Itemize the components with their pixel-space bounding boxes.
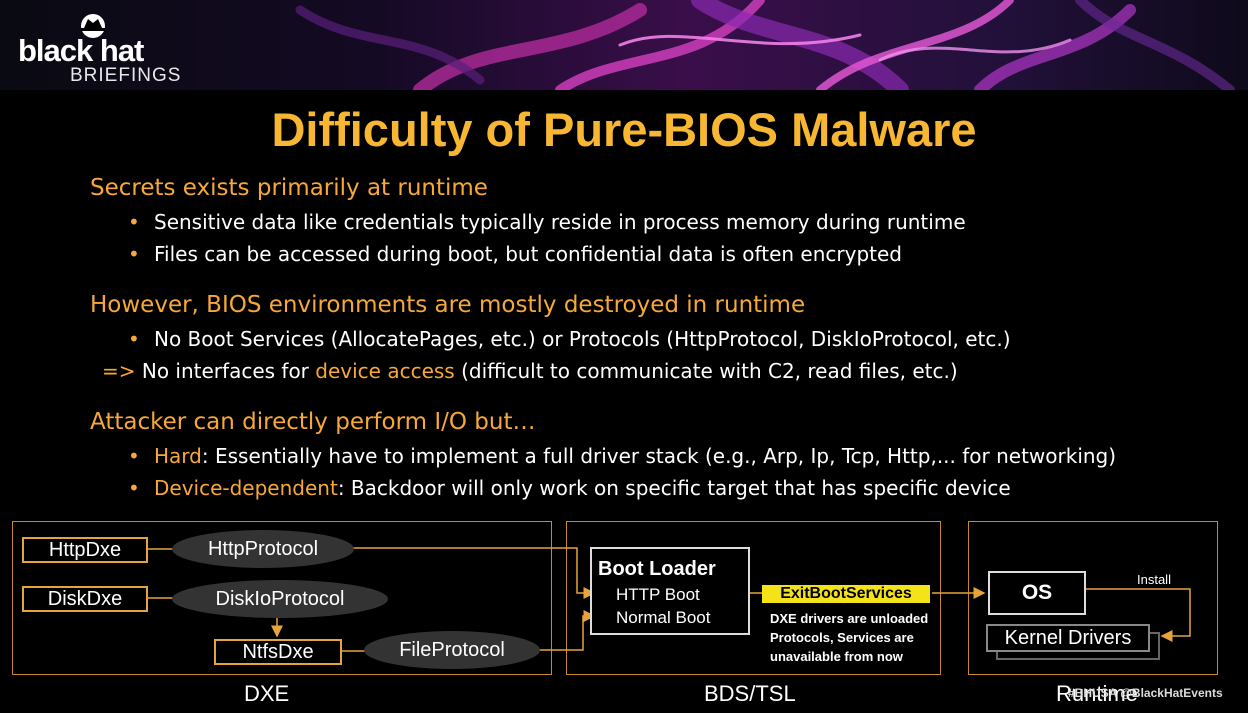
diskdxe-driver: DiskDxe bbox=[22, 586, 148, 612]
kernel-drivers-box: Kernel Drivers bbox=[986, 624, 1150, 652]
os-box: OS bbox=[988, 571, 1086, 615]
implication-line: => No interfaces for device access (diff… bbox=[102, 359, 958, 383]
bullet-item: • No Boot Services (AllocatePages, etc.) … bbox=[128, 327, 1011, 351]
fileprotocol-node: FileProtocol bbox=[364, 631, 540, 669]
bullet-item: • Files can be accessed during boot, but … bbox=[128, 242, 902, 266]
normal-boot-item: Normal Boot bbox=[616, 608, 711, 627]
exit-note: DXE drivers are unloaded Protocols, Serv… bbox=[770, 611, 929, 664]
blackhat-logo: black hat BRIEFINGS bbox=[18, 8, 198, 88]
boot-loader-box: Boot Loader HTTP Boot Normal Boot bbox=[590, 547, 750, 635]
section-heading-direct-io: Attacker can directly perform I/O but… bbox=[90, 409, 536, 435]
bds-tsl-label: BDS/TSL bbox=[704, 681, 796, 706]
section-heading-runtime: Secrets exists primarily at runtime bbox=[90, 175, 488, 201]
bullet-item: • Sensitive data like credentials typical… bbox=[128, 210, 966, 234]
dxe-label: DXE bbox=[244, 681, 290, 706]
bullet-item: • Device-dependent: Backdoor will only wo… bbox=[128, 476, 1011, 500]
boot-loader-title: Boot Loader bbox=[598, 558, 716, 580]
footer-handle: #BHUSA @BlackHatEvents bbox=[1068, 686, 1223, 700]
section-heading-bios-destroyed: However, BIOS environments are mostly de… bbox=[90, 292, 806, 318]
logo-wordmark: black hat bbox=[18, 33, 144, 68]
install-label: Install bbox=[1137, 572, 1171, 587]
ntfsdxe-driver: NtfsDxe bbox=[214, 639, 342, 665]
httpdxe-driver: HttpDxe bbox=[22, 537, 148, 563]
diskioprotocol-node: DiskIoProtocol bbox=[172, 580, 388, 618]
slide-title: Difficulty of Pure-BIOS Malware bbox=[271, 103, 977, 156]
httpprotocol-node: HttpProtocol bbox=[172, 530, 354, 568]
bullet-item: • Hard: Essentially have to implement a f… bbox=[128, 444, 1117, 468]
http-boot-item: HTTP Boot bbox=[616, 585, 700, 604]
logo-subtitle: BRIEFINGS bbox=[70, 65, 182, 86]
exit-boot-services-badge: ExitBootServices bbox=[762, 585, 930, 603]
